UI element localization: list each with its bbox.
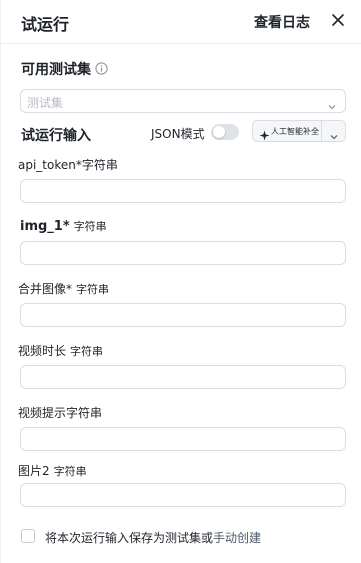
- footer-prefix: 将本次运行输入保存为: [45, 531, 166, 545]
- ai-complete-button[interactable]: 人工智能补全: [252, 120, 322, 142]
- api-token-input[interactable]: [20, 179, 346, 203]
- field-name: 视频提示: [18, 406, 67, 420]
- field-type: 字符串: [66, 406, 103, 420]
- panel-title: 试运行: [21, 15, 70, 34]
- test-set-link[interactable]: 测试集: [165, 531, 201, 545]
- test-set-label: 可用测试集: [21, 62, 91, 78]
- footer-or: 或: [201, 531, 214, 545]
- test-set-select[interactable]: 测试集: [20, 89, 346, 113]
- ai-complete-label: 人工智能补全: [271, 127, 319, 136]
- video-prompt-input[interactable]: [20, 427, 346, 451]
- field-type: 字符串: [53, 465, 87, 478]
- field-label-merge-image: 合并图像* 字符串: [18, 280, 109, 297]
- info-icon[interactable]: [95, 60, 108, 75]
- sparkle-icon: [259, 126, 270, 141]
- chevron-down-icon: [327, 97, 337, 110]
- field-type: 字符串: [73, 220, 107, 233]
- save-as-test-set-text: 将本次运行输入保存为测试集或手动创建: [45, 529, 261, 546]
- save-as-test-set-checkbox[interactable]: [21, 529, 35, 543]
- merge-image-input[interactable]: [20, 303, 346, 327]
- ai-complete-dropdown[interactable]: [322, 120, 346, 142]
- view-logs-link[interactable]: 查看日志: [254, 12, 310, 32]
- field-label-api-token: api_token*字符串: [18, 156, 118, 173]
- manual-create-link[interactable]: 手动创建: [213, 531, 261, 545]
- chevron-down-icon: [329, 127, 339, 140]
- field-type: 字符串: [81, 158, 118, 172]
- field-name: api_token*: [18, 158, 82, 172]
- field-label-video-prompt: 视频提示字符串: [18, 404, 102, 421]
- video-duration-input[interactable]: [20, 365, 346, 389]
- field-type: 字符串: [70, 345, 104, 358]
- field-name: 图片2: [18, 464, 50, 478]
- toggle-knob: [213, 126, 225, 138]
- image-2-input[interactable]: [20, 483, 346, 507]
- field-name: 视频时长: [18, 344, 67, 358]
- test-run-panel: 试运行 查看日志 可用测试集 测试集 试运行输入 JSON模式 人工智能补全 a…: [0, 0, 361, 563]
- field-label-video-duration: 视频时长 字符串: [18, 342, 103, 359]
- img-1-input[interactable]: [20, 241, 346, 265]
- json-mode-toggle[interactable]: [211, 124, 239, 140]
- close-icon[interactable]: [328, 10, 348, 30]
- field-name: img_1*: [20, 219, 70, 234]
- field-label-image-2: 图片2 字符串: [18, 462, 87, 479]
- test-set-placeholder: 测试集: [27, 96, 64, 110]
- field-label-img-1: img_1* 字符串: [20, 218, 107, 234]
- field-type: 字符串: [76, 283, 110, 296]
- run-input-label: 试运行输入: [21, 128, 91, 144]
- field-name: 合并图像*: [18, 282, 73, 296]
- json-mode-label: JSON模式: [151, 127, 205, 141]
- panel-header: 试运行 查看日志: [1, 0, 361, 44]
